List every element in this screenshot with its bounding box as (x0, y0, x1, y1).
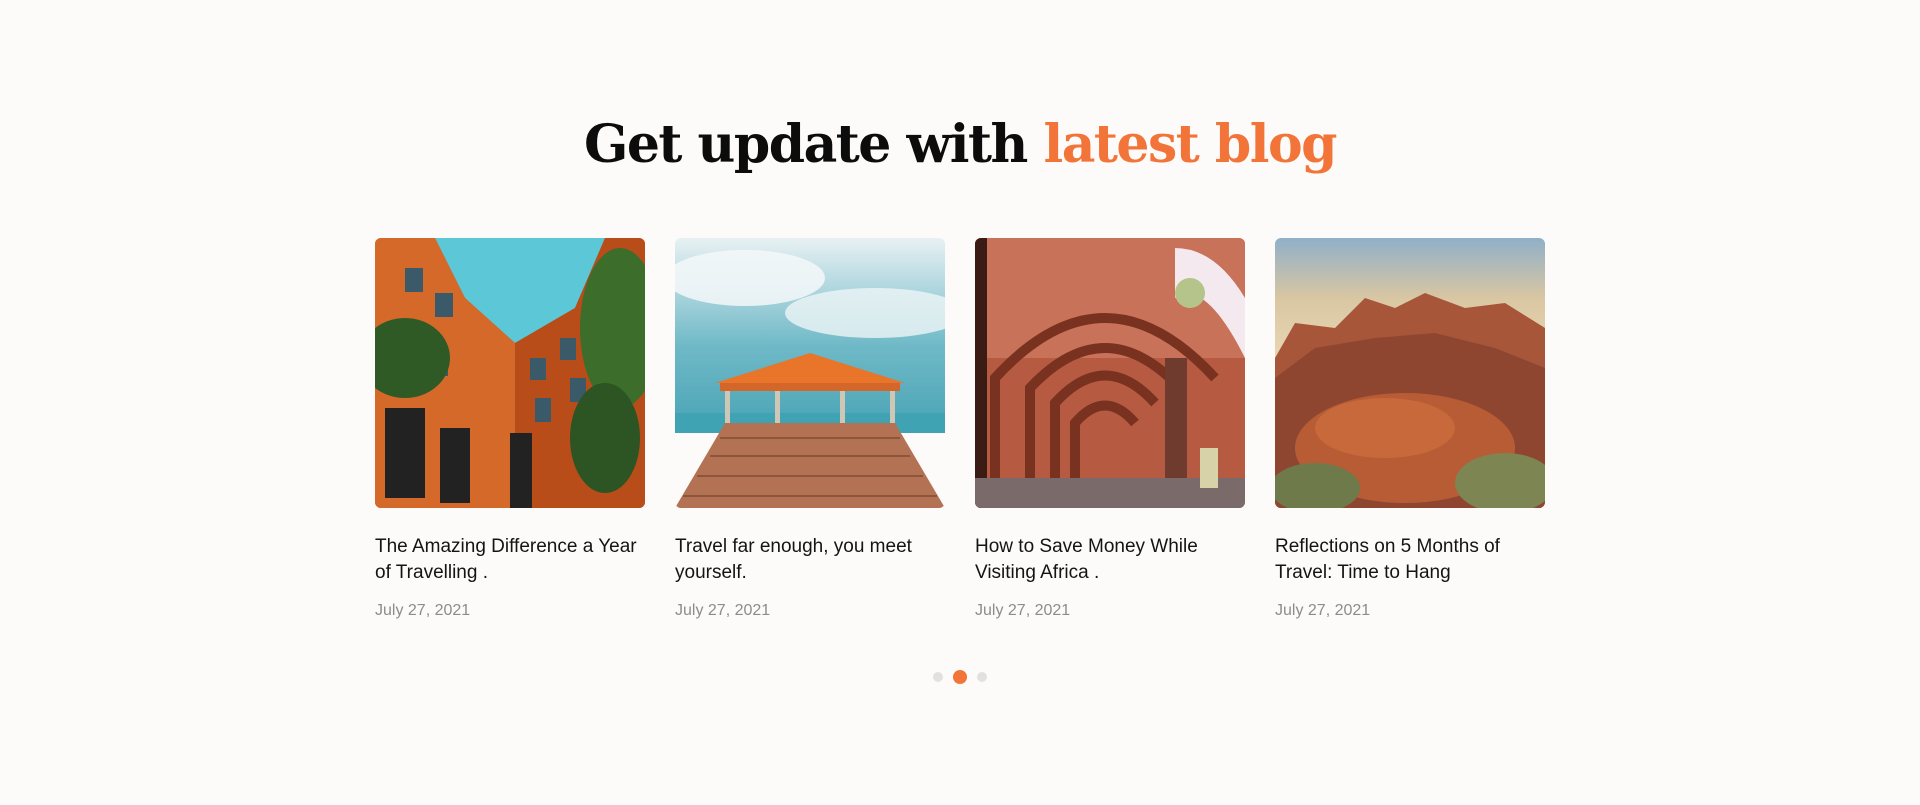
pier-gazebo-image (675, 238, 945, 508)
blog-card-list: The Amazing Difference a Year of Travell… (375, 238, 1545, 620)
carousel-dot-3[interactable] (977, 672, 987, 682)
blog-card[interactable]: The Amazing Difference a Year of Travell… (375, 238, 645, 620)
blog-card-title[interactable]: How to Save Money While Visiting Africa … (975, 534, 1245, 586)
section-title-main: Get update with (583, 114, 1028, 175)
blog-card-image[interactable] (675, 238, 945, 508)
blog-card-image[interactable] (1275, 238, 1545, 508)
blog-card-title[interactable]: Reflections on 5 Months of Travel: Time … (1275, 534, 1545, 586)
blog-card-image[interactable] (375, 238, 645, 508)
blog-card-date: July 27, 2021 (1275, 602, 1371, 619)
blog-card[interactable]: Reflections on 5 Months of Travel: Time … (1275, 238, 1545, 620)
blog-card-date: July 27, 2021 (375, 602, 471, 619)
carousel-dot-2-active[interactable] (953, 670, 967, 684)
carousel-pagination (0, 670, 1920, 684)
blog-card-title[interactable]: The Amazing Difference a Year of Travell… (375, 534, 645, 586)
carousel-dot-1[interactable] (933, 672, 943, 682)
blog-card[interactable]: Travel far enough, you meet yourself. Ju… (675, 238, 945, 620)
blog-card-title[interactable]: Travel far enough, you meet yourself. (675, 534, 945, 586)
section-title-accent: latest blog (1043, 114, 1337, 175)
blog-card[interactable]: How to Save Money While Visiting Africa … (975, 238, 1245, 620)
arched-colonnade-image (975, 238, 1245, 508)
blog-card-date: July 27, 2021 (675, 602, 771, 619)
orange-building-image (375, 238, 645, 508)
blog-card-date: July 27, 2021 (975, 602, 1071, 619)
blog-card-image[interactable] (975, 238, 1245, 508)
section-title: Get update with latest blog (0, 108, 1920, 182)
red-rock-image (1275, 238, 1545, 508)
